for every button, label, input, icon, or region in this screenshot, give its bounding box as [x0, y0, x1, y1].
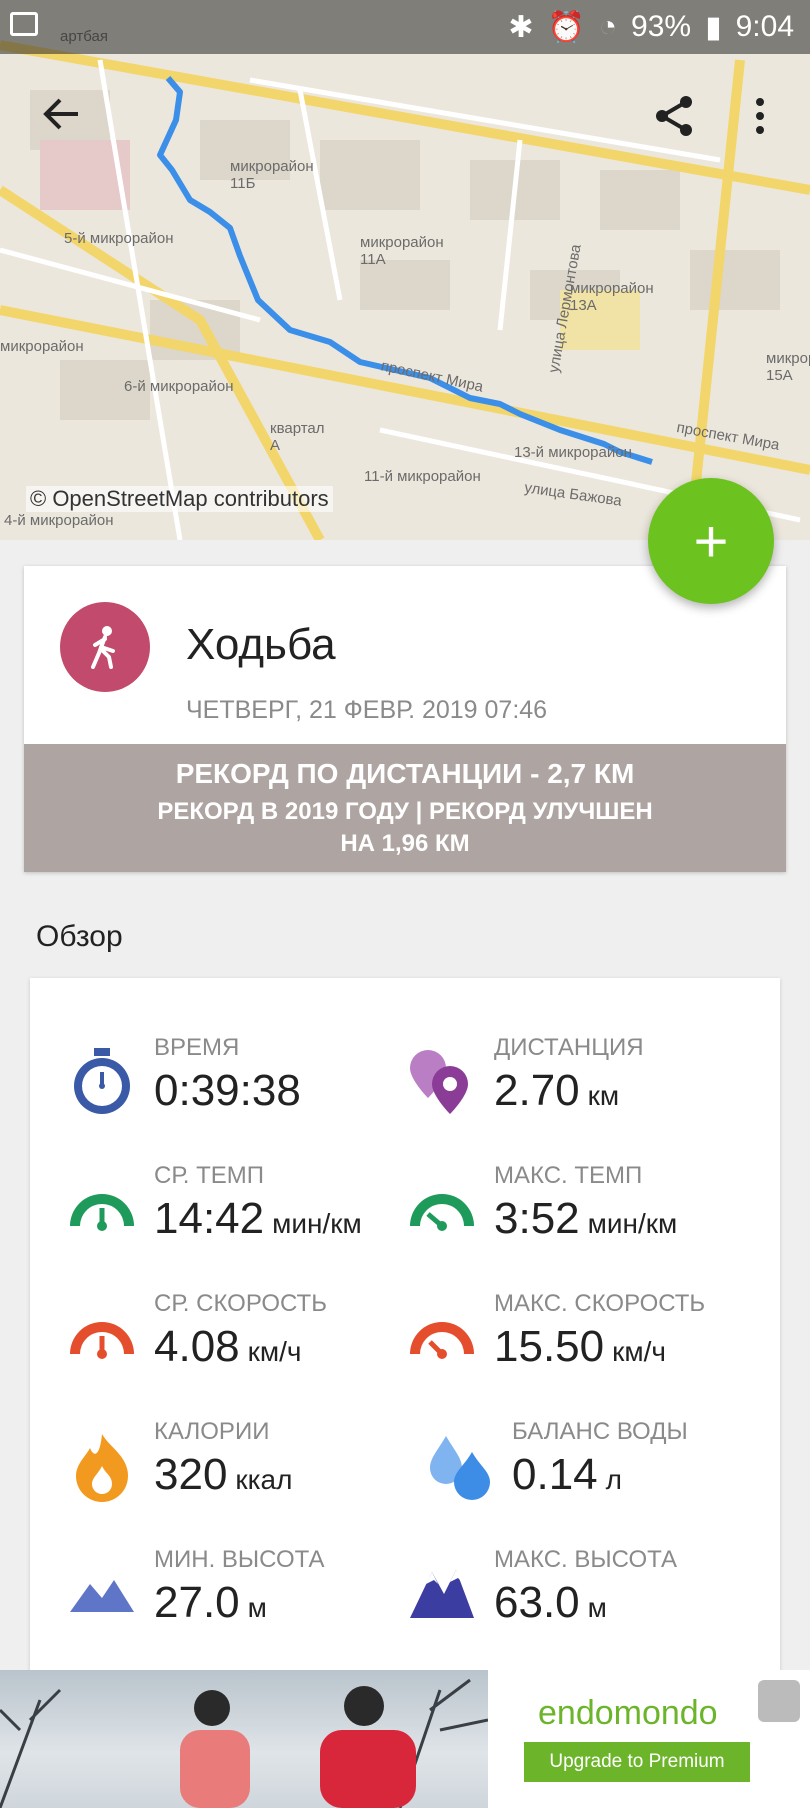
record-banner: РЕКОРД ПО ДИСТАНЦИИ - 2,7 КМ РЕКОРД В 20…: [24, 744, 786, 872]
stat-value: 14:42 мин/км: [154, 1194, 362, 1243]
map-streets: [0, 0, 810, 540]
stat-distance: ДИСТАНЦИЯ 2.70 км: [370, 1018, 730, 1128]
route-map[interactable]: артбая микрорайон11Б 5-й микрорайон микр…: [0, 0, 810, 540]
alarm-icon: ⏰: [547, 10, 585, 44]
flame-icon: [76, 1434, 128, 1502]
arrow-back-icon[interactable]: [42, 94, 82, 139]
mountain-icon: [70, 1580, 134, 1612]
clock: 9:04: [735, 10, 794, 43]
share-icon[interactable]: [652, 94, 696, 143]
stat-value: 2.70 км: [494, 1066, 620, 1115]
stat-max-pace: МАКС. ТЕМП 3:52 мин/км: [370, 1146, 730, 1256]
stat-label: МИН. ВЫСОТА: [154, 1546, 325, 1573]
activity-title: Ходьба: [186, 620, 336, 669]
stat-label: КАЛОРИИ: [154, 1418, 270, 1445]
stat-value: 0.14 л: [512, 1450, 622, 1499]
stat-label: ВРЕМЯ: [154, 1034, 240, 1061]
upgrade-button[interactable]: Upgrade to Premium: [524, 1742, 750, 1782]
stopwatch-icon: [74, 1048, 130, 1114]
stat-max-altitude: МАКС. ВЫСОТА 63.0 м: [370, 1530, 730, 1640]
activity-date: ЧЕТВЕРГ, 21 ФЕВР. 2019 07:46: [186, 696, 548, 724]
ad-banner[interactable]: endomondo Upgrade to Premium: [0, 1670, 810, 1808]
stat-time: ВРЕМЯ 0:39:38: [30, 1018, 390, 1128]
overview-title: Обзор: [36, 920, 123, 953]
stat-value: 3:52 мин/км: [494, 1194, 678, 1243]
stat-avg-speed: СР. СКОРОСТЬ 4.08 км/ч: [30, 1274, 390, 1384]
stat-value: 320 ккал: [154, 1450, 293, 1499]
stat-value: 0:39:38: [154, 1066, 301, 1115]
map-attribution[interactable]: © OpenStreetMap contributors: [26, 486, 333, 512]
stat-value: 15.50 км/ч: [494, 1322, 666, 1371]
stat-value: 27.0 м: [154, 1578, 267, 1627]
ad-info-icon[interactable]: [758, 1680, 800, 1722]
stat-value: 63.0 м: [494, 1578, 607, 1627]
stat-min-altitude: МИН. ВЫСОТА 27.0 м: [30, 1530, 390, 1640]
record-year: РЕКОРД В 2019 ГОДУ | РЕКОРД УЛУЧШЕН: [157, 798, 653, 825]
stat-calories: КАЛОРИИ 320 ккал: [30, 1402, 390, 1512]
stat-water: БАЛАНС ВОДЫ 0.14 л: [388, 1402, 748, 1512]
stat-label: СР. СКОРОСТЬ: [154, 1290, 327, 1317]
walking-icon: [60, 602, 150, 692]
bluetooth-icon: ✱: [508, 10, 534, 44]
record-distance: РЕКОРД ПО ДИСТАНЦИИ - 2,7 КМ: [175, 758, 635, 789]
plus-icon: +: [693, 507, 729, 575]
ad-promo[interactable]: endomondo Upgrade to Premium: [488, 1670, 810, 1808]
activity-card: Ходьба ЧЕТВЕРГ, 21 ФЕВР. 2019 07:46 РЕКО…: [24, 566, 786, 872]
gauge-icon: [70, 1194, 134, 1231]
more-vert-icon[interactable]: [752, 96, 768, 141]
status-bar: ✱ ⏰ ◔ 93% ▮ 9:04: [0, 0, 810, 54]
stat-label: БАЛАНС ВОДЫ: [512, 1418, 688, 1445]
battery-percent: 93%: [631, 10, 692, 43]
gallery-icon: [10, 12, 38, 36]
wifi-icon: ◔: [598, 10, 618, 43]
location-pin-icon: [410, 1050, 468, 1114]
overview-card: ВРЕМЯ 0:39:38 ДИСТАНЦИЯ 2.70 км СР. ТЕМП …: [30, 978, 780, 1678]
battery-icon: ▮: [705, 10, 722, 44]
stat-avg-pace: СР. ТЕМП 14:42 мин/км: [30, 1146, 390, 1256]
gauge-icon: [410, 1194, 474, 1231]
stat-label: МАКС. ТЕМП: [494, 1162, 643, 1189]
stat-label: СР. ТЕМП: [154, 1162, 265, 1189]
stat-value: 4.08 км/ч: [154, 1322, 302, 1371]
water-drops-icon: [430, 1436, 490, 1500]
mountain-peak-icon: [410, 1570, 474, 1618]
stat-max-speed: МАКС. СКОРОСТЬ 15.50 км/ч: [370, 1274, 730, 1384]
stat-label: ДИСТАНЦИЯ: [494, 1034, 644, 1061]
speedometer-icon: [410, 1322, 474, 1359]
stat-label: МАКС. СКОРОСТЬ: [494, 1290, 706, 1317]
record-improved: НА 1,96 КМ: [340, 830, 470, 857]
endomondo-logo: endomondo: [538, 1694, 718, 1732]
stat-label: МАКС. ВЫСОТА: [494, 1546, 677, 1573]
add-button[interactable]: +: [648, 478, 774, 604]
ad-photo: [0, 1670, 489, 1808]
speedometer-icon: [70, 1322, 134, 1359]
